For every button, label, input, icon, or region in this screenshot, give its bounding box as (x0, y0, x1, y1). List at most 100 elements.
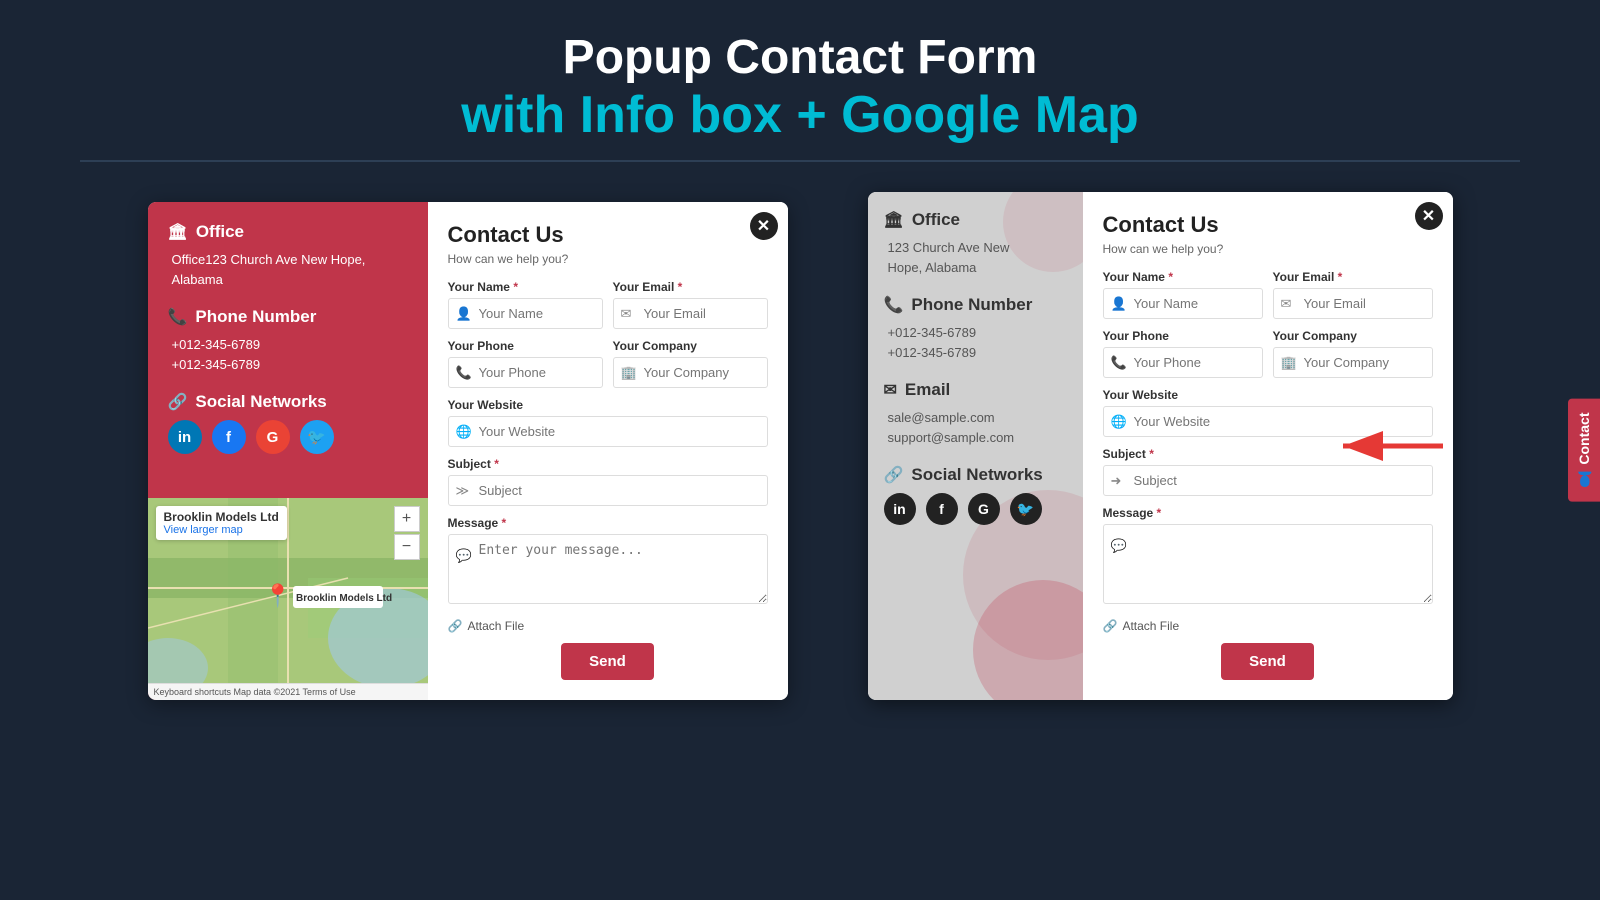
right-subject-input[interactable] (1103, 465, 1433, 496)
right-name-group: Your Name * 👤 (1103, 270, 1263, 319)
right-google-icon[interactable]: G (968, 493, 1000, 525)
left-company-group: Your Company 🏢 (613, 339, 768, 388)
right-email-label: Your Email * (1273, 270, 1433, 284)
left-message-textarea[interactable] (448, 534, 768, 604)
left-company-label: Your Company (613, 339, 768, 353)
map-company-name: Brooklin Models Ltd (164, 510, 279, 524)
right-name-wrapper: 👤 (1103, 288, 1263, 319)
building-icon: 🏢 (621, 365, 637, 381)
left-popup-card: ✕ 🏛 Office Office123 Church Ave New Hope… (148, 202, 788, 700)
right-phone-label: Your Phone (1103, 329, 1263, 343)
left-company-wrapper: 🏢 (613, 357, 768, 388)
left-subject-group: Subject * ≫ (448, 457, 768, 506)
header-title-line2: with Info box + Google Map (0, 85, 1600, 145)
left-form-subtitle: How can we help you? (448, 252, 768, 266)
right-phone-form-icon: 📞 (1111, 355, 1127, 371)
left-form-panel: Contact Us How can we help you? Your Nam… (428, 202, 788, 700)
right-linkedin-icon[interactable]: in (884, 493, 916, 525)
right-email-input[interactable] (1273, 288, 1433, 319)
right-phone-section: 📞 Phone Number +012-345-6789 +012-345-67… (884, 295, 1067, 362)
right-message-wrapper: 💬 (1103, 524, 1433, 609)
left-send-wrapper: Send (448, 643, 768, 680)
right-subject-wrapper: ➜ (1103, 465, 1433, 496)
map-view-link[interactable]: View larger map (164, 524, 279, 536)
right-form-title: Contact Us (1103, 212, 1433, 238)
map-footer: Keyboard shortcuts Map data ©2021 Terms … (148, 683, 428, 700)
left-phone-wrapper: 📞 (448, 357, 603, 388)
content-area: ✕ 🏛 Office Office123 Church Ave New Hope… (0, 182, 1600, 710)
left-name-label: Your Name * (448, 280, 603, 294)
left-subject-wrapper: ≫ (448, 475, 768, 506)
left-subject-label: Subject * (448, 457, 768, 471)
right-social-title: 🔗 Social Networks (884, 465, 1067, 485)
right-email1: sale@sample.com (884, 408, 1067, 428)
left-close-button[interactable]: ✕ (750, 212, 778, 240)
contact-tab-icon: 👤 (1576, 471, 1592, 488)
linkedin-icon[interactable]: in (168, 420, 202, 454)
right-facebook-icon[interactable]: f (926, 493, 958, 525)
right-email-title: ✉ Email (884, 380, 1067, 400)
right-send-wrapper: Send (1103, 643, 1433, 680)
left-popup: ✕ 🏛 Office Office123 Church Ave New Hope… (148, 192, 788, 700)
map-zoom-out[interactable]: − (394, 534, 420, 560)
google-icon[interactable]: G (256, 420, 290, 454)
right-office-address2: Hope, Alabama (884, 258, 1067, 278)
left-social-title: 🔗 Social Networks (168, 392, 408, 412)
right-company-wrapper: 🏢 (1273, 347, 1433, 378)
office-icon: 🏛 (168, 222, 188, 242)
left-subject-input[interactable] (448, 475, 768, 506)
right-row-message: Message * 💬 (1103, 506, 1433, 609)
left-message-wrapper: 💬 (448, 534, 768, 609)
map-zoom-in[interactable]: + (394, 506, 420, 532)
contact-tab[interactable]: 👤 Contact (1568, 398, 1600, 501)
left-row-website: Your Website 🌐 (448, 398, 768, 447)
left-social-section: 🔗 Social Networks in f G 🐦 (168, 392, 408, 454)
left-send-button[interactable]: Send (561, 643, 654, 680)
left-website-group: Your Website 🌐 (448, 398, 768, 447)
right-phone2: +012-345-6789 (884, 343, 1067, 363)
right-building-icon: 🏢 (1281, 355, 1297, 371)
right-attach-link[interactable]: 🔗 Attach File (1103, 619, 1433, 633)
right-phone-group: Your Phone 📞 (1103, 329, 1263, 378)
right-close-button[interactable]: ✕ (1415, 202, 1443, 230)
left-office-address: Office123 Church Ave New Hope, Alabama (168, 250, 408, 289)
left-social-icons: in f G 🐦 (168, 420, 408, 454)
right-social-icon-title: 🔗 (884, 465, 904, 485)
left-website-wrapper: 🌐 (448, 416, 768, 447)
svg-text:Brooklin Models Ltd: Brooklin Models Ltd (296, 593, 392, 604)
right-row-phone-company: Your Phone 📞 Your Company 🏢 (1103, 329, 1433, 378)
left-email-wrapper: ✉ (613, 298, 768, 329)
left-row-subject: Subject * ≫ (448, 457, 768, 506)
right-person-icon: 👤 (1111, 296, 1127, 312)
right-form-subtitle: How can we help you? (1103, 242, 1433, 256)
right-globe-icon: 🌐 (1111, 414, 1127, 430)
social-icon-title: 🔗 (168, 392, 188, 412)
phone-form-icon: 📞 (456, 365, 472, 381)
right-arrow-icon: ➜ (1111, 473, 1122, 489)
left-website-label: Your Website (448, 398, 768, 412)
right-social-icons: in f G 🐦 (884, 493, 1067, 525)
twitter-icon[interactable]: 🐦 (300, 420, 334, 454)
left-attach-link[interactable]: 🔗 Attach File (448, 619, 768, 633)
right-popup-wrapper: ✕ 🏛 Office 123 Church Ave New H (868, 192, 1453, 700)
globe-icon: 🌐 (456, 424, 472, 440)
left-website-input[interactable] (448, 416, 768, 447)
svg-text:📍: 📍 (264, 583, 291, 608)
right-message-textarea[interactable] (1103, 524, 1433, 604)
left-map: 📍 Brooklin Models Ltd Brooklin Models Lt… (148, 498, 428, 683)
right-email-icon: ✉ (884, 380, 897, 400)
left-email-input[interactable] (613, 298, 768, 329)
left-info-column: 🏛 Office Office123 Church Ave New Hope, … (148, 202, 428, 700)
right-twitter-icon[interactable]: 🐦 (1010, 493, 1042, 525)
header-title-line1: Popup Contact Form (0, 30, 1600, 85)
right-row-name-email: Your Name * 👤 Your Email * ✉ (1103, 270, 1433, 319)
right-send-button[interactable]: Send (1221, 643, 1314, 680)
phone-icon: 📞 (168, 307, 188, 327)
left-message-group: Message * 💬 (448, 516, 768, 609)
attach-icon: 🔗 (448, 619, 463, 633)
facebook-icon[interactable]: f (212, 420, 246, 454)
map-controls: + − (394, 506, 420, 560)
right-phone-title: 📞 Phone Number (884, 295, 1067, 315)
left-name-wrapper: 👤 (448, 298, 603, 329)
map-label-box: Brooklin Models Ltd View larger map (156, 506, 287, 540)
